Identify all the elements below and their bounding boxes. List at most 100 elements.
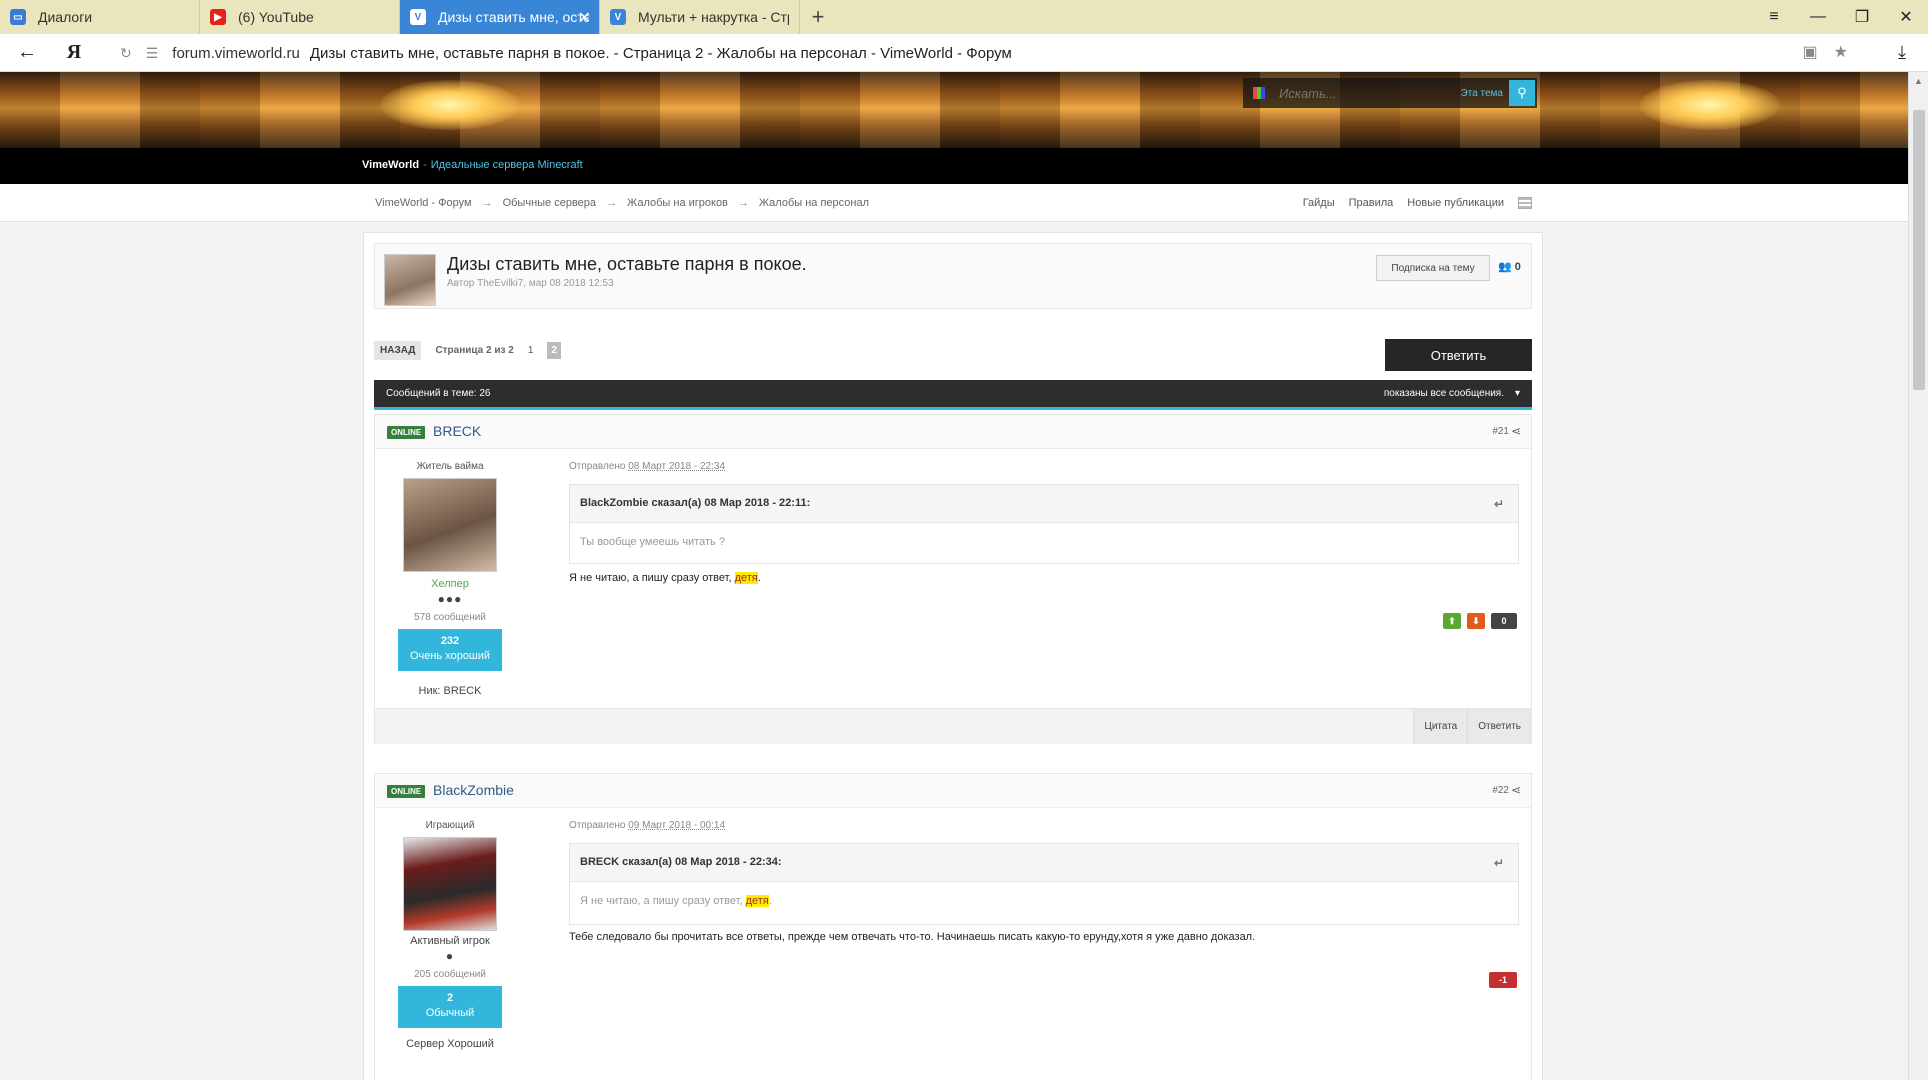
download-icon[interactable]: ⤓ [1898,42,1906,63]
breadcrumb-item[interactable]: Жалобы на персонал [759,197,869,209]
quote-button[interactable]: Цитата [1413,709,1468,744]
post-text: Я не читаю, а пишу сразу ответ, детя. [569,572,1519,584]
quote-header: BRECK сказал(а) 08 Мар 2018 - 22:34: ↵ [570,844,1518,882]
quote-link-icon[interactable]: ↵ [1494,497,1504,511]
chat-icon: ▭ [10,9,26,25]
search-icon[interactable]: ⚲ [1509,80,1535,106]
url-title: Дизы ставить мне, оставьте парня в покое… [309,44,1012,62]
page-link-1[interactable]: 1 [528,345,534,356]
tab-multi[interactable]: V Мульти + накрутка - Стран [600,0,800,34]
link-new-posts[interactable]: Новые публикации [1407,197,1504,209]
vimeworld-icon: V [610,9,626,25]
tab-label: Мульти + накрутка - Стран [638,9,789,25]
tab-dialogs[interactable]: ▭ Диалоги [0,0,200,34]
quote-text: Я не читаю, а пишу сразу ответ, детя. [570,882,1518,924]
quote-text: Ты вообще умеешь читать ? [580,536,725,548]
address-actions: ▣ ★ [1803,42,1848,62]
breadcrumb-item[interactable]: VimeWorld - Форум [375,197,472,209]
quote-block: BRECK сказал(а) 08 Мар 2018 - 22:34: ↵ Я … [569,843,1519,925]
search-scope[interactable]: Эта тема [1461,88,1503,99]
scrollbar-thumb[interactable] [1913,110,1925,390]
reputation-badge: 2 Обычный [398,986,502,1028]
menu-list-icon[interactable] [1518,197,1532,209]
share-icon[interactable]: ⋖ [1511,783,1521,797]
close-icon[interactable]: ✕ [578,8,591,28]
subscribe-button[interactable]: Подписка на тему [1376,255,1490,281]
new-tab-button[interactable]: + [800,0,836,34]
downvote-icon[interactable]: ⬇ [1467,613,1485,629]
breadcrumb-item[interactable]: Жалобы на игроков [627,197,728,209]
page-title: Дизы ставить мне, оставьте парня в покое… [447,254,807,274]
url-domain: forum.vimeworld.ru [172,44,300,62]
user-nick: Ник: BRECK [418,685,482,697]
pagination: НАЗАД Страница 2 из 2 1 2 [374,341,561,360]
post-21: ONLINE BRECK #21 ⋖ Житель вайма Хелпер ●… [374,414,1532,744]
share-icon[interactable]: ⋖ [1511,424,1521,438]
user-group: Хелпер [431,578,469,590]
scrollbar[interactable]: ▲ [1908,72,1928,1080]
brand-tagline: Идеальные сервера Minecraft [430,159,583,171]
breadcrumb-arrow: → [606,197,618,209]
breadcrumb-item[interactable]: Обычные сервера [503,197,596,209]
post-reply-button[interactable]: Ответить [1467,709,1531,744]
yandex-logo[interactable]: Я [54,41,94,64]
post-number[interactable]: #21 [1492,426,1509,437]
highlighted-word: детя [734,572,758,584]
reputation-label: Обычный [425,1007,475,1019]
message-count: 578 сообщений [414,612,486,623]
back-button[interactable]: НАЗАД [374,341,422,360]
scroll-up-icon[interactable]: ▲ [1914,76,1923,86]
search-input[interactable] [1279,85,1461,101]
minimize-icon[interactable]: — [1796,0,1840,34]
topic-author-avatar[interactable] [384,254,436,306]
author-link[interactable]: BRECK [433,423,481,439]
posts-filter[interactable]: показаны все сообщения. [1384,388,1504,399]
tab-youtube[interactable]: ▶ (6) YouTube [200,0,400,34]
author-info: Играющий Активный игрок ● 205 сообщений … [375,808,525,1050]
url-field[interactable]: ↻ ☰ forum.vimeworld.ru Дизы ставить мне,… [120,38,1840,68]
vote-score: 0 [1491,613,1517,629]
page-current-2: 2 [547,342,561,359]
lock-icon[interactable]: ▣ [1803,42,1818,62]
search-options-icon[interactable] [1253,87,1265,99]
brand-name[interactable]: VimeWorld [362,159,419,171]
tab-current-topic[interactable]: V Дизы ставить мне, оставьте парня в пок… [400,0,600,34]
breadcrumb: VimeWorld - Форум → Обычные сервера → Жа… [375,197,869,209]
avatar[interactable] [403,837,497,931]
vote-controls: ⬆ ⬇ 0 [1443,613,1517,629]
search-box: Эта тема ⚲ [1243,78,1537,108]
post-actions: Цитата Ответить [1413,709,1531,744]
quote-block: BlackZombie сказал(а) 08 Мар 2018 - 22:1… [569,484,1519,564]
chevron-down-icon[interactable]: ▾ [1515,388,1520,399]
main-content: Дизы ставить мне, оставьте парня в покое… [363,232,1543,1080]
highlighted-word: детя [745,895,769,907]
vote-controls: -1 [1489,972,1517,988]
avatar[interactable] [403,478,497,572]
close-window-icon[interactable]: ✕ [1884,0,1928,34]
post-number[interactable]: #22 [1492,785,1509,796]
tab-label: Диалоги [38,9,93,25]
menu-icon[interactable]: ≡ [1752,0,1796,34]
reply-button[interactable]: Ответить [1385,339,1532,371]
bookmark-star-icon[interactable]: ★ [1834,42,1848,62]
topic-header: Дизы ставить мне, оставьте парня в покое… [374,243,1532,309]
rank-title: Играющий [425,820,475,831]
sent-date: 09 Март 2018 - 00:14 [628,820,726,831]
post-22: ONLINE BlackZombie #22 ⋖ Играющий Активн… [374,773,1532,1080]
quote-link-icon[interactable]: ↵ [1494,856,1504,870]
author-link[interactable]: BlackZombie [433,782,514,798]
page-info-icon[interactable]: ☰ [146,45,159,62]
header-banner: Эта тема ⚲ [0,72,1908,148]
link-guides[interactable]: Гайды [1303,197,1335,209]
link-rules[interactable]: Правила [1349,197,1394,209]
breadcrumb-row: VimeWorld - Форум → Обычные сервера → Жа… [0,184,1908,222]
post-header: ONLINE BlackZombie #22 ⋖ [375,774,1531,808]
followers-count[interactable]: 👥 0 [1498,260,1521,273]
upvote-icon[interactable]: ⬆ [1443,613,1461,629]
banner-sun [1640,80,1780,130]
posts-bar: Сообщений в теме: 26 показаны все сообще… [374,380,1532,410]
reload-icon[interactable]: ↻ [120,45,132,62]
restore-icon[interactable]: ❐ [1840,0,1884,34]
online-badge: ONLINE [387,426,426,439]
back-arrow-icon[interactable]: ← [0,34,54,72]
